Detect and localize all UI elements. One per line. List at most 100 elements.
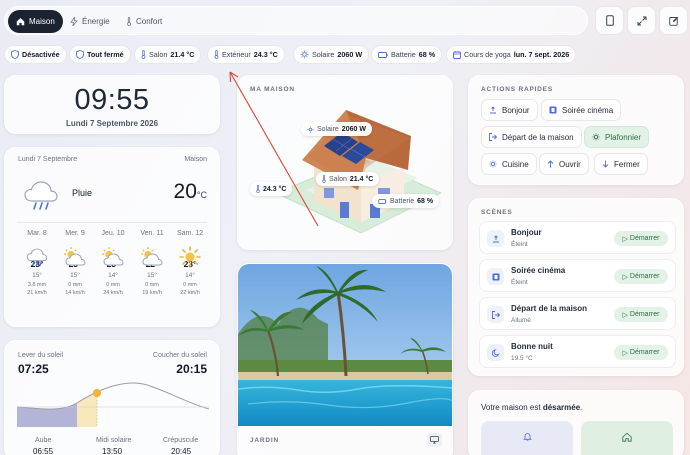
scene-start-button[interactable]: ▷ Démarrer [614, 345, 668, 360]
quick-action-depart[interactable]: Départ de la maison [481, 126, 582, 148]
bell-icon [522, 432, 532, 455]
rain-cloud-icon [23, 179, 59, 216]
play-icon: ▷ [622, 349, 628, 357]
shield-icon [11, 50, 19, 59]
tab-maison[interactable]: Maison [8, 10, 63, 33]
scene-start-button[interactable]: ▷ Démarrer [614, 231, 668, 246]
quick-action-fermer[interactable]: Fermer [594, 153, 648, 175]
fullscreen-button[interactable] [627, 6, 656, 35]
tablet-icon [605, 15, 614, 26]
chip-calendar[interactable]: Cours de yoga lun. 7 sept. 2026 [446, 45, 577, 64]
expand-icon [637, 16, 647, 26]
salon-value: 21.4 °C [349, 175, 374, 183]
forecast-low: 15° [70, 272, 80, 279]
dusk-label: Crépuscule [163, 437, 199, 444]
house-solar-label[interactable]: Solaire 2060 W [301, 122, 372, 136]
lightning-icon [70, 17, 78, 26]
alarm-state: désarmée [542, 403, 581, 412]
chip-label: Batterie [391, 50, 416, 59]
partly-cloudy-icon [62, 246, 88, 273]
chip-value: 24.3 °C [253, 50, 278, 59]
chip-security[interactable]: Désactivée [4, 45, 67, 64]
moon-icon [487, 344, 504, 361]
battery-value: 68 % [417, 197, 434, 205]
alarm-notify-button[interactable] [481, 421, 573, 455]
tab-confort[interactable]: Confort [118, 10, 170, 33]
alarm-suffix: . [580, 403, 583, 412]
solar-label: Solaire [317, 125, 339, 133]
scene-bonne-nuit[interactable]: Bonne nuit 19.5 °C ▷ Démarrer [479, 335, 676, 368]
solar-value: 2060 W [341, 125, 366, 133]
arrow-down-icon [602, 160, 609, 168]
quick-action-bonjour[interactable]: Bonjour [481, 99, 538, 121]
garden-card[interactable]: JARDIN [237, 263, 453, 455]
dawn-label: Aube [35, 437, 52, 444]
sunrise-time: 07:25 [18, 362, 49, 376]
noon-label: Midi solaire [96, 437, 132, 444]
thermometer-icon [256, 185, 260, 193]
forecast-day-label: Jeu. 10 [101, 230, 125, 237]
quick-action-cuisine[interactable]: Cuisine [481, 153, 537, 175]
tab-energie[interactable]: Énergie [62, 10, 118, 33]
scene-start-button[interactable]: ▷ Démarrer [614, 269, 668, 284]
garden-title: JARDIN [250, 437, 279, 444]
chip-doors[interactable]: Tout fermé [69, 45, 131, 64]
forecast-wind: 19 km/h [142, 290, 162, 296]
edit-button[interactable] [659, 6, 688, 35]
alarm-home-button[interactable] [581, 421, 673, 455]
chip-exterieur[interactable]: Extérieur 24.3 °C [207, 45, 285, 64]
scene-start-label: Démarrer [629, 235, 660, 242]
house-card[interactable]: MA MAISON Solaire 2060 W 24.3 °C Salon 2… [237, 75, 453, 250]
sunset-time: 20:15 [176, 362, 207, 376]
thermometer-icon [141, 50, 146, 59]
temperature-unit: °C [196, 190, 207, 200]
house-battery-label[interactable]: Batterie 68 % [372, 194, 440, 208]
house-salon-label[interactable]: Salon 21.4 °C [316, 172, 380, 186]
tablet-button[interactable] [595, 6, 624, 35]
alarm-prefix: Votre maison est [481, 403, 543, 412]
chip-batterie[interactable]: Batterie 68 % [371, 45, 443, 64]
scene-start-label: Démarrer [629, 349, 660, 356]
battery-label: Batterie [390, 197, 415, 205]
scene-status: 19.5 °C [511, 355, 533, 362]
noon-time: 13:50 [102, 447, 123, 455]
chip-label: Extérieur [222, 50, 251, 59]
scene-name: Bonjour [511, 228, 542, 237]
quick-action-label: Départ de la maison [502, 132, 574, 142]
thermometer-icon [126, 17, 132, 26]
forecast-low: 15° [147, 272, 157, 279]
logout-icon [489, 133, 497, 141]
chip-value: lun. 7 sept. 2026 [513, 50, 570, 59]
weather-condition: Pluie [72, 188, 93, 198]
quick-action-plafonnier[interactable]: Plafonnier [584, 126, 650, 148]
scenes-title: SCÈNES [481, 209, 513, 216]
quick-action-label: Fermer [614, 159, 640, 169]
home-icon [622, 432, 632, 455]
dusk-time: 20:45 [171, 447, 192, 455]
tab-label: Maison [29, 17, 55, 26]
door-icon [76, 50, 84, 59]
quick-action-label: Plafonnier [605, 132, 642, 142]
outside-value: 24.3 °C [263, 185, 287, 193]
quick-action-label: Ouvrir [559, 159, 581, 169]
scene-soiree-cinema[interactable]: Soirée cinéma Éteint ▷ Démarrer [479, 259, 676, 292]
house-illustration [274, 110, 443, 234]
scene-depart[interactable]: Départ de la maison Allumé ▷ Démarrer [479, 297, 676, 330]
cast-icon [430, 436, 439, 444]
quick-action-ouvrir[interactable]: Ouvrir [539, 153, 589, 175]
house-outside-label[interactable]: 24.3 °C [250, 182, 293, 196]
chip-salon[interactable]: Salon 21.4 °C [134, 45, 202, 64]
quick-action-soiree-cinema[interactable]: Soirée cinéma [541, 99, 622, 121]
thermometer-icon [322, 175, 326, 183]
weather-card[interactable]: Lundi 7 Septembre Maison Pluie 20 °C Mar… [4, 147, 220, 327]
garden-camera-image [238, 264, 452, 426]
cast-button[interactable] [427, 433, 442, 447]
scene-start-button[interactable]: ▷ Démarrer [614, 307, 668, 322]
forecast-day: Mer. 9 23° 15° 0 mm 14 km/h [58, 230, 92, 296]
chip-value: 21.4 °C [170, 50, 195, 59]
quick-action-label: Bonjour [502, 105, 530, 115]
scenes-card: SCÈNES Bonjour Éteint ▷ Démarrer Soirée c… [468, 198, 684, 376]
scene-bonjour[interactable]: Bonjour Éteint ▷ Démarrer [479, 221, 676, 254]
chip-solaire[interactable]: Solaire 2060 W [293, 45, 370, 64]
forecast-day: Jeu. 10 23° 14° 0 mm 24 km/h [96, 230, 130, 296]
